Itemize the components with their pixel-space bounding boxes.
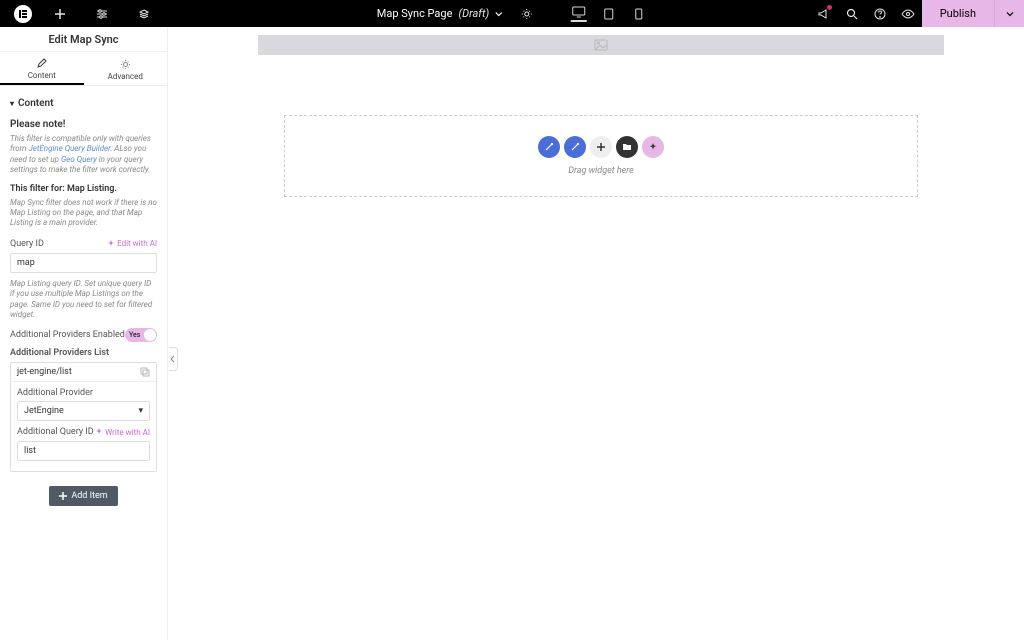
chevron-left-icon xyxy=(170,355,176,363)
elementor-logo[interactable] xyxy=(14,5,32,23)
dropzone-ai[interactable] xyxy=(642,136,664,158)
additional-query-id-label: Additional Query ID xyxy=(17,427,94,437)
sparkle-icon xyxy=(95,428,103,436)
publish-button[interactable]: Publish xyxy=(922,0,994,27)
additional-providers-list-label: Additional Providers List xyxy=(10,348,157,358)
whats-new-icon[interactable] xyxy=(810,0,838,27)
dropzone-wand-1[interactable] xyxy=(538,136,560,158)
page-settings-icon[interactable] xyxy=(513,0,541,27)
image-placeholder-icon xyxy=(594,39,608,51)
additional-query-id-input[interactable] xyxy=(17,441,150,461)
widget-dropzone[interactable]: Drag widget here xyxy=(284,115,918,197)
dropzone-wand-2[interactable] xyxy=(564,136,586,158)
additional-providers-toggle[interactable]: Yes xyxy=(125,328,157,342)
query-id-label: Query ID xyxy=(10,239,44,249)
write-with-ai-link[interactable]: Write with AI xyxy=(95,428,150,437)
edit-with-ai-link[interactable]: Edit with AI xyxy=(107,239,157,248)
notification-dot xyxy=(827,5,832,10)
device-tablet[interactable] xyxy=(601,6,617,22)
preview-icon[interactable] xyxy=(894,0,922,27)
repeater-item: jet-engine/list Additional Provider JetE… xyxy=(10,362,157,472)
responsive-devices xyxy=(571,6,647,22)
tab-content[interactable]: Content xyxy=(0,52,84,85)
add-item-button[interactable]: Add Item xyxy=(49,486,117,506)
additional-providers-enabled-label: Additional Providers Enabled xyxy=(10,330,125,340)
dropzone-add[interactable] xyxy=(590,136,612,158)
sidebar-panel: Edit Map Sync Content Advanced ▾ Content… xyxy=(0,27,168,640)
link-geo-query[interactable]: Geo Query xyxy=(61,155,97,164)
select-caret-icon: ▾ xyxy=(138,406,143,416)
additional-provider-select[interactable]: JetEngine ▾ xyxy=(17,401,150,421)
query-id-help: Map Listing query ID. Set unique query I… xyxy=(10,279,157,321)
dropzone-hint: Drag widget here xyxy=(568,166,634,176)
gear-icon xyxy=(120,59,131,70)
plus-icon xyxy=(59,492,67,500)
top-bar: Map Sync Page (Draft) xyxy=(0,0,1024,27)
topbar-right: Publish xyxy=(810,0,1024,27)
device-mobile[interactable] xyxy=(631,6,647,22)
toggle-knob xyxy=(144,329,156,341)
page-title: Map Sync Page xyxy=(377,7,453,20)
help-icon[interactable] xyxy=(866,0,894,27)
pencil-icon xyxy=(36,58,47,69)
dropzone-buttons xyxy=(538,136,664,158)
editor-canvas[interactable]: Drag widget here xyxy=(178,27,1024,640)
topbar-center: Map Sync Page (Draft) xyxy=(377,0,647,27)
dropzone-folder[interactable] xyxy=(616,136,638,158)
settings-sliders-icon[interactable] xyxy=(88,0,116,27)
additional-provider-label: Additional Provider xyxy=(17,388,150,398)
publish-group: Publish xyxy=(922,0,1024,27)
compat-help-text: This filter is compatible only with quer… xyxy=(10,134,157,176)
sidebar-collapse-area xyxy=(168,27,178,640)
filter-note: Map Sync filter does not work if there i… xyxy=(10,198,157,229)
add-element-button[interactable] xyxy=(46,0,74,27)
sidebar-title: Edit Map Sync xyxy=(0,27,167,52)
please-note-heading: Please note! xyxy=(10,119,157,130)
page-status: (Draft) xyxy=(458,7,489,20)
publish-options[interactable] xyxy=(994,0,1024,27)
tab-advanced[interactable]: Advanced xyxy=(84,52,168,85)
caret-down-icon: ▾ xyxy=(10,99,14,108)
topbar-left xyxy=(0,0,158,27)
filter-for-heading: This filter for: Map Listing. xyxy=(10,184,157,194)
section-content-toggle[interactable]: ▾ Content xyxy=(10,98,157,109)
canvas-placeholder-header[interactable] xyxy=(258,35,944,55)
structure-icon[interactable] xyxy=(130,0,158,27)
sidebar-collapse-handle[interactable] xyxy=(169,347,178,371)
query-id-input[interactable] xyxy=(10,253,157,273)
finder-search-icon[interactable] xyxy=(838,0,866,27)
device-desktop[interactable] xyxy=(571,6,587,22)
chevron-down-icon xyxy=(495,10,503,18)
sparkle-icon xyxy=(107,240,115,248)
repeater-header[interactable]: jet-engine/list xyxy=(11,363,156,382)
page-title-group[interactable]: Map Sync Page (Draft) xyxy=(377,7,503,20)
sidebar-tabs: Content Advanced xyxy=(0,52,167,86)
link-query-builder[interactable]: JetEngine Query Builder xyxy=(28,144,110,153)
panel-body: ▾ Content Please note! This filter is co… xyxy=(0,86,167,526)
duplicate-item-icon[interactable] xyxy=(140,367,150,377)
